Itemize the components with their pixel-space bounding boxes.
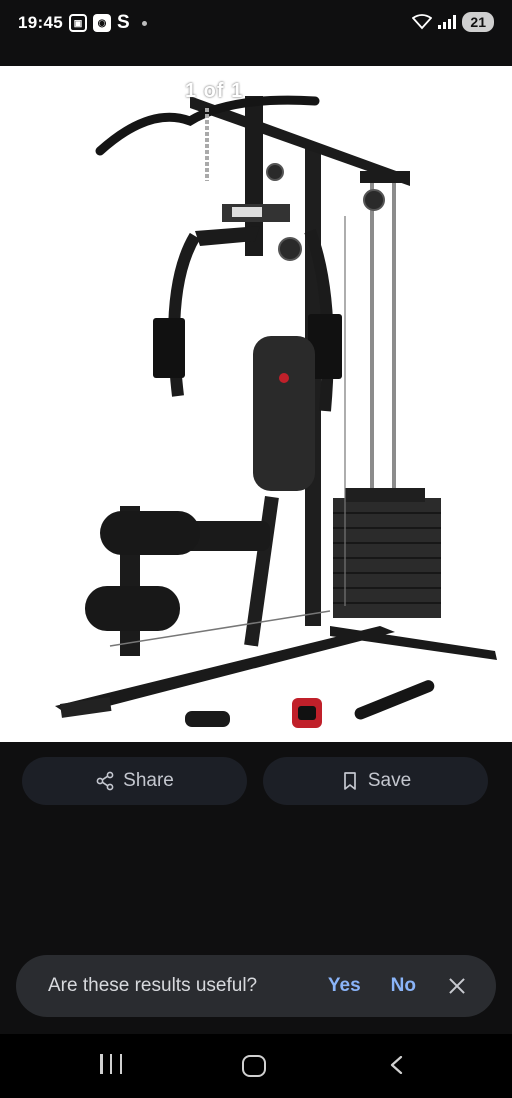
image-viewer[interactable]: 1 of 1 [0,66,512,742]
bookmark-icon [343,772,356,790]
status-right: 21 [412,12,494,32]
signal-icon [438,15,457,29]
app-icon: ◉ [92,14,111,32]
wifi-icon [412,14,433,30]
feedback-question: Are these results useful? [48,975,258,996]
close-icon[interactable] [448,977,466,995]
battery-indicator: 21 [462,12,494,32]
image-counter: 1 of 1 [185,80,244,102]
battery-level: 21 [470,14,486,30]
save-label: Save [367,770,412,791]
dot-icon [141,20,147,26]
share-button[interactable]: Share [22,757,247,805]
home-icon[interactable] [242,1055,266,1077]
recents-icon[interactable] [100,1054,122,1074]
save-button[interactable]: Save [263,757,488,805]
navigation-bar [0,1034,512,1098]
share-icon [96,771,114,791]
no-button[interactable]: No [391,975,416,997]
samsung-s-icon: S [116,12,130,33]
feedback-bar: Are these results useful? Yes No [16,955,496,1017]
clock: 19:45 [18,13,63,32]
share-label: Share [123,770,174,791]
back-icon[interactable] [388,1056,406,1074]
home-gym-image [55,95,497,728]
status-left: 19:45 ▣ ◉ S [18,12,147,34]
yes-button[interactable]: Yes [328,975,361,997]
status-bar: 19:45 ▣ ◉ S 21 [0,0,512,66]
screenshot-icon: ▣ [68,14,87,32]
action-row: Share Save [22,757,488,805]
